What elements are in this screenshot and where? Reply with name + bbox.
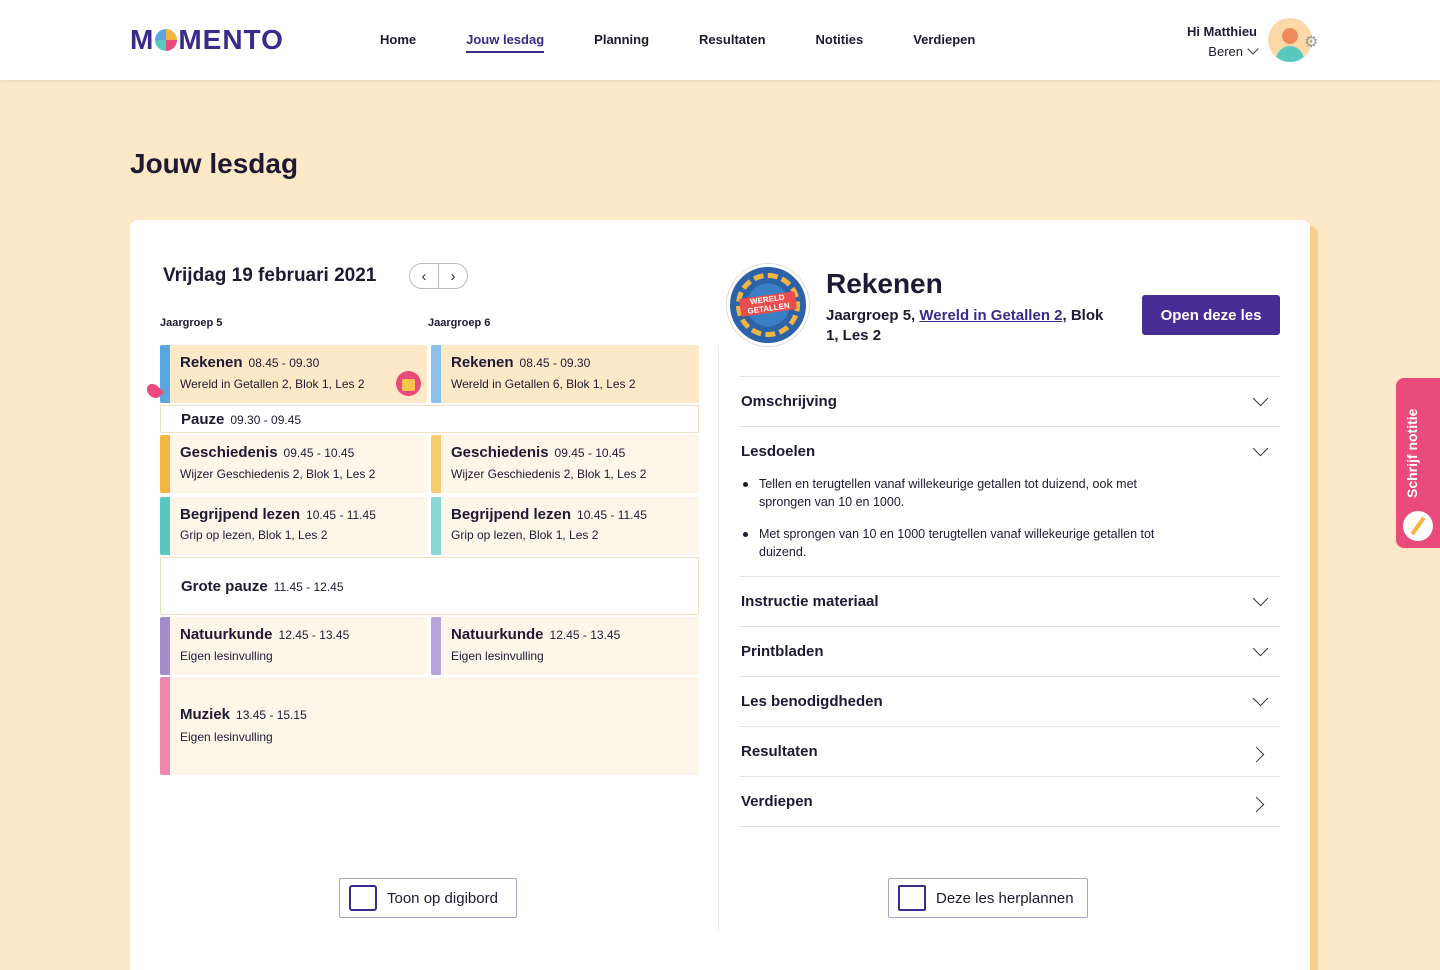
subject-color-bar — [160, 677, 170, 775]
lesson-slot-natuurkunde-6[interactable]: Natuurkunde 12.45 - 13.45 Eigen lesinvull… — [431, 617, 699, 675]
nav-resultaten[interactable]: Resultaten — [699, 32, 765, 53]
nav-planning[interactable]: Planning — [594, 32, 649, 53]
method-logo: WERELD GETALLEN — [727, 264, 809, 346]
user-menu[interactable]: Hi Matthieu Beren — [1186, 24, 1259, 59]
schedule-date: Vrijdag 19 februari 2021 — [163, 265, 377, 286]
chevron-down-icon — [1252, 390, 1269, 407]
chevron-down-icon — [1247, 43, 1259, 55]
divider — [739, 826, 1280, 827]
date-navigation: ‹ › — [409, 263, 468, 289]
subject-color-bar — [160, 497, 170, 555]
chevron-down-icon — [1252, 640, 1269, 657]
method-link[interactable]: Wereld in Getallen 2 — [919, 307, 1062, 324]
note-icon[interactable] — [396, 371, 421, 396]
subject-color-bar — [431, 345, 441, 403]
lesson-slot-begrijpend-lezen-6[interactable]: Begrijpend lezen 10.45 - 11.45 Grip op le… — [431, 497, 699, 555]
nav-notities[interactable]: Notities — [816, 32, 864, 53]
list-item: Met sprongen van 10 en 1000 terugtellen … — [743, 525, 1179, 561]
break-slot-grote-pauze: Grote pauze 11.45 - 12.45 — [160, 557, 699, 615]
previous-day-icon[interactable]: ‹ — [410, 264, 439, 288]
nav-jouw-lesdag[interactable]: Jouw lesdag — [466, 32, 545, 53]
chevron-down-icon — [1252, 690, 1269, 707]
logo-circle-icon — [155, 29, 178, 51]
accordion-omschrijving[interactable]: Omschrijving — [739, 376, 1280, 426]
group-select[interactable]: Beren — [1187, 43, 1259, 59]
reschedule-lesson-button[interactable]: Deze les herplannen — [888, 878, 1088, 918]
main-nav: Home Jouw lesdag Planning Resultaten Not… — [380, 32, 1025, 53]
write-note-tab[interactable]: Schrijf notitie — [1396, 378, 1440, 548]
chevron-right-icon — [1248, 746, 1265, 763]
nav-verdiepen[interactable]: Verdiepen — [913, 32, 975, 53]
pencil-icon — [1403, 511, 1433, 541]
lesson-meta: Jaargroep 5, Wereld in Getallen 2, Blok … — [826, 307, 1104, 344]
break-slot-pauze: Pauze 09.30 - 09.45 — [160, 405, 699, 433]
page-title: Jouw lesdag — [130, 148, 299, 179]
presentation-board-icon — [349, 885, 377, 911]
chevron-down-icon — [1252, 440, 1269, 457]
lesson-slot-rekenen-5[interactable]: Rekenen 08.45 - 09.30 Wereld in Getallen … — [160, 345, 427, 403]
open-lesson-button[interactable]: Open deze les — [1142, 295, 1280, 335]
subject-color-bar — [160, 617, 170, 675]
lesson-slot-muziek[interactable]: Muziek 13.45 - 15.15 Eigen lesinvulling — [160, 677, 699, 775]
show-on-digibord-button[interactable]: Toon op digibord — [339, 878, 517, 918]
accordion-printbladen[interactable]: Printbladen — [739, 626, 1280, 676]
next-day-icon[interactable]: › — [439, 264, 467, 288]
link-resultaten[interactable]: Resultaten — [739, 726, 1280, 776]
subject-color-bar — [160, 435, 170, 493]
list-item: Tellen en terugtellen vanaf willekeurige… — [743, 475, 1179, 511]
subject-color-bar — [431, 497, 441, 555]
accordion-les-benodigdheden[interactable]: Les benodigdheden — [739, 676, 1280, 726]
top-bar: M MENTO Home Jouw lesdag Planning Resulta… — [0, 0, 1440, 80]
calendar-icon — [898, 885, 926, 911]
lesson-slot-geschiedenis-5[interactable]: Geschiedenis 09.45 - 10.45 Wijzer Geschie… — [160, 435, 427, 493]
lesson-slot-natuurkunde-5[interactable]: Natuurkunde 12.45 - 13.45 Eigen lesinvull… — [160, 617, 427, 675]
subject-color-bar — [431, 435, 441, 493]
lesday-card: Vrijdag 19 februari 2021 ‹ › Jaargroep 5… — [130, 220, 1310, 970]
chevron-right-icon — [1248, 796, 1265, 813]
column-label-jaargroep-5: Jaargroep 5 — [160, 317, 223, 329]
link-verdiepen[interactable]: Verdiepen — [739, 776, 1280, 826]
subject-color-bar — [431, 617, 441, 675]
user-greeting: Hi Matthieu — [1186, 24, 1257, 39]
chevron-down-icon — [1252, 590, 1269, 607]
accordion-lesdoelen[interactable]: Lesdoelen Tellen en terugtellen vanaf wi… — [739, 426, 1280, 576]
gear-icon[interactable]: ⚙ — [1304, 32, 1318, 52]
panel-divider — [718, 345, 719, 930]
lesson-slot-geschiedenis-6[interactable]: Geschiedenis 09.45 - 10.45 Wijzer Geschie… — [431, 435, 699, 493]
momento-logo[interactable]: M MENTO — [130, 24, 284, 56]
nav-home[interactable]: Home — [380, 32, 416, 53]
lesson-slot-begrijpend-lezen-5[interactable]: Begrijpend lezen 10.45 - 11.45 Grip op le… — [160, 497, 427, 555]
lesson-slot-rekenen-6[interactable]: Rekenen 08.45 - 09.30 Wereld in Getallen … — [431, 345, 699, 403]
learning-goals-list: Tellen en terugtellen vanaf willekeurige… — [743, 475, 1179, 575]
lesson-title: Rekenen — [826, 268, 943, 299]
column-label-jaargroep-6: Jaargroep 6 — [428, 317, 491, 329]
accordion-instructie-materiaal[interactable]: Instructie materiaal — [739, 576, 1280, 626]
